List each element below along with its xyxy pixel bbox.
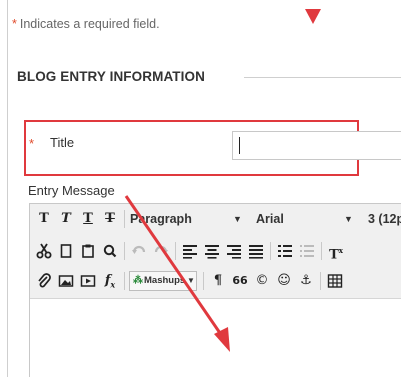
size-dropdown-value: 3 (12pt) [368,212,401,226]
toolbar-separator [321,242,322,260]
required-star: * [12,17,17,31]
toolbar-separator [175,242,176,260]
toolbar-separator [124,242,125,260]
redo-icon[interactable] [151,240,171,262]
cut-icon[interactable] [34,240,54,262]
underline-icon[interactable]: T [78,208,98,230]
mashups-dropdown[interactable]: ⁂ Mashups ▼ [129,271,197,291]
italic-icon[interactable]: T [56,208,76,230]
strikethrough-icon[interactable]: T [100,208,120,230]
anchor-icon[interactable]: ⚓ [296,270,316,292]
copyright-icon[interactable]: © [252,270,272,292]
size-dropdown[interactable]: 3 (12pt) [368,208,401,230]
font-dropdown[interactable]: Arial ▼ [256,208,366,230]
paste-icon[interactable] [78,240,98,262]
entry-message-label: Entry Message [28,183,115,198]
toolbar-separator [203,272,204,290]
align-justify-icon[interactable] [246,240,266,262]
font-dropdown-value: Arial [256,212,284,226]
align-right-icon[interactable] [224,240,244,262]
toolbar-separator [124,272,125,290]
required-note-text: Indicates a required field. [19,17,160,31]
entry-message-editor[interactable]: T T T T Paragraph ▼ Arial ▼ 3 (12pt) [29,203,401,377]
copy-icon[interactable] [56,240,76,262]
section-divider [244,77,401,78]
toolbar-separator [270,242,271,260]
superscript-icon[interactable]: Tx [326,240,346,262]
annotation-arrow-top [305,9,321,24]
align-left-icon[interactable] [180,240,200,262]
editor-body[interactable] [30,300,401,377]
find-icon[interactable] [100,240,120,262]
emoticon-icon[interactable]: ☺ [274,270,294,292]
quote-icon[interactable]: 66 [230,270,250,292]
numbered-list-icon[interactable] [275,240,295,262]
required-field-note: * Indicates a required field. [12,17,160,31]
insert-image-icon[interactable] [56,270,76,292]
bullet-list-icon[interactable] [297,240,317,262]
toolbar-separator [320,272,321,290]
superscript-icon-glyph: T [329,247,339,263]
toolbar-separator [124,210,125,228]
chevron-down-icon: ▼ [233,214,242,224]
editor-toolbar: T T T T Paragraph ▼ Arial ▼ 3 (12pt) [30,204,401,299]
mashups-icon: ⁂ [133,275,143,286]
paragraph-dropdown[interactable]: Paragraph ▼ [130,208,248,230]
table-icon[interactable] [325,270,345,292]
bold-icon[interactable]: T [34,208,54,230]
chevron-down-icon: ▼ [344,214,353,224]
math-formula-icon[interactable]: fx [100,270,120,292]
paragraph-dropdown-value: Paragraph [130,212,192,226]
chevron-down-icon: ▼ [187,276,195,285]
paragraph-mark-icon[interactable]: ¶ [208,270,228,292]
mashups-label: Mashups [144,275,186,286]
text-caret [239,137,240,154]
align-center-icon[interactable] [202,240,222,262]
title-input[interactable] [232,131,401,160]
undo-icon[interactable] [129,240,149,262]
attach-file-icon[interactable] [34,270,54,292]
insert-media-icon[interactable] [78,270,98,292]
title-label: Title [50,135,75,150]
left-border [7,0,8,377]
section-title: BLOG ENTRY INFORMATION [17,69,205,84]
title-required-star: * [29,136,35,151]
